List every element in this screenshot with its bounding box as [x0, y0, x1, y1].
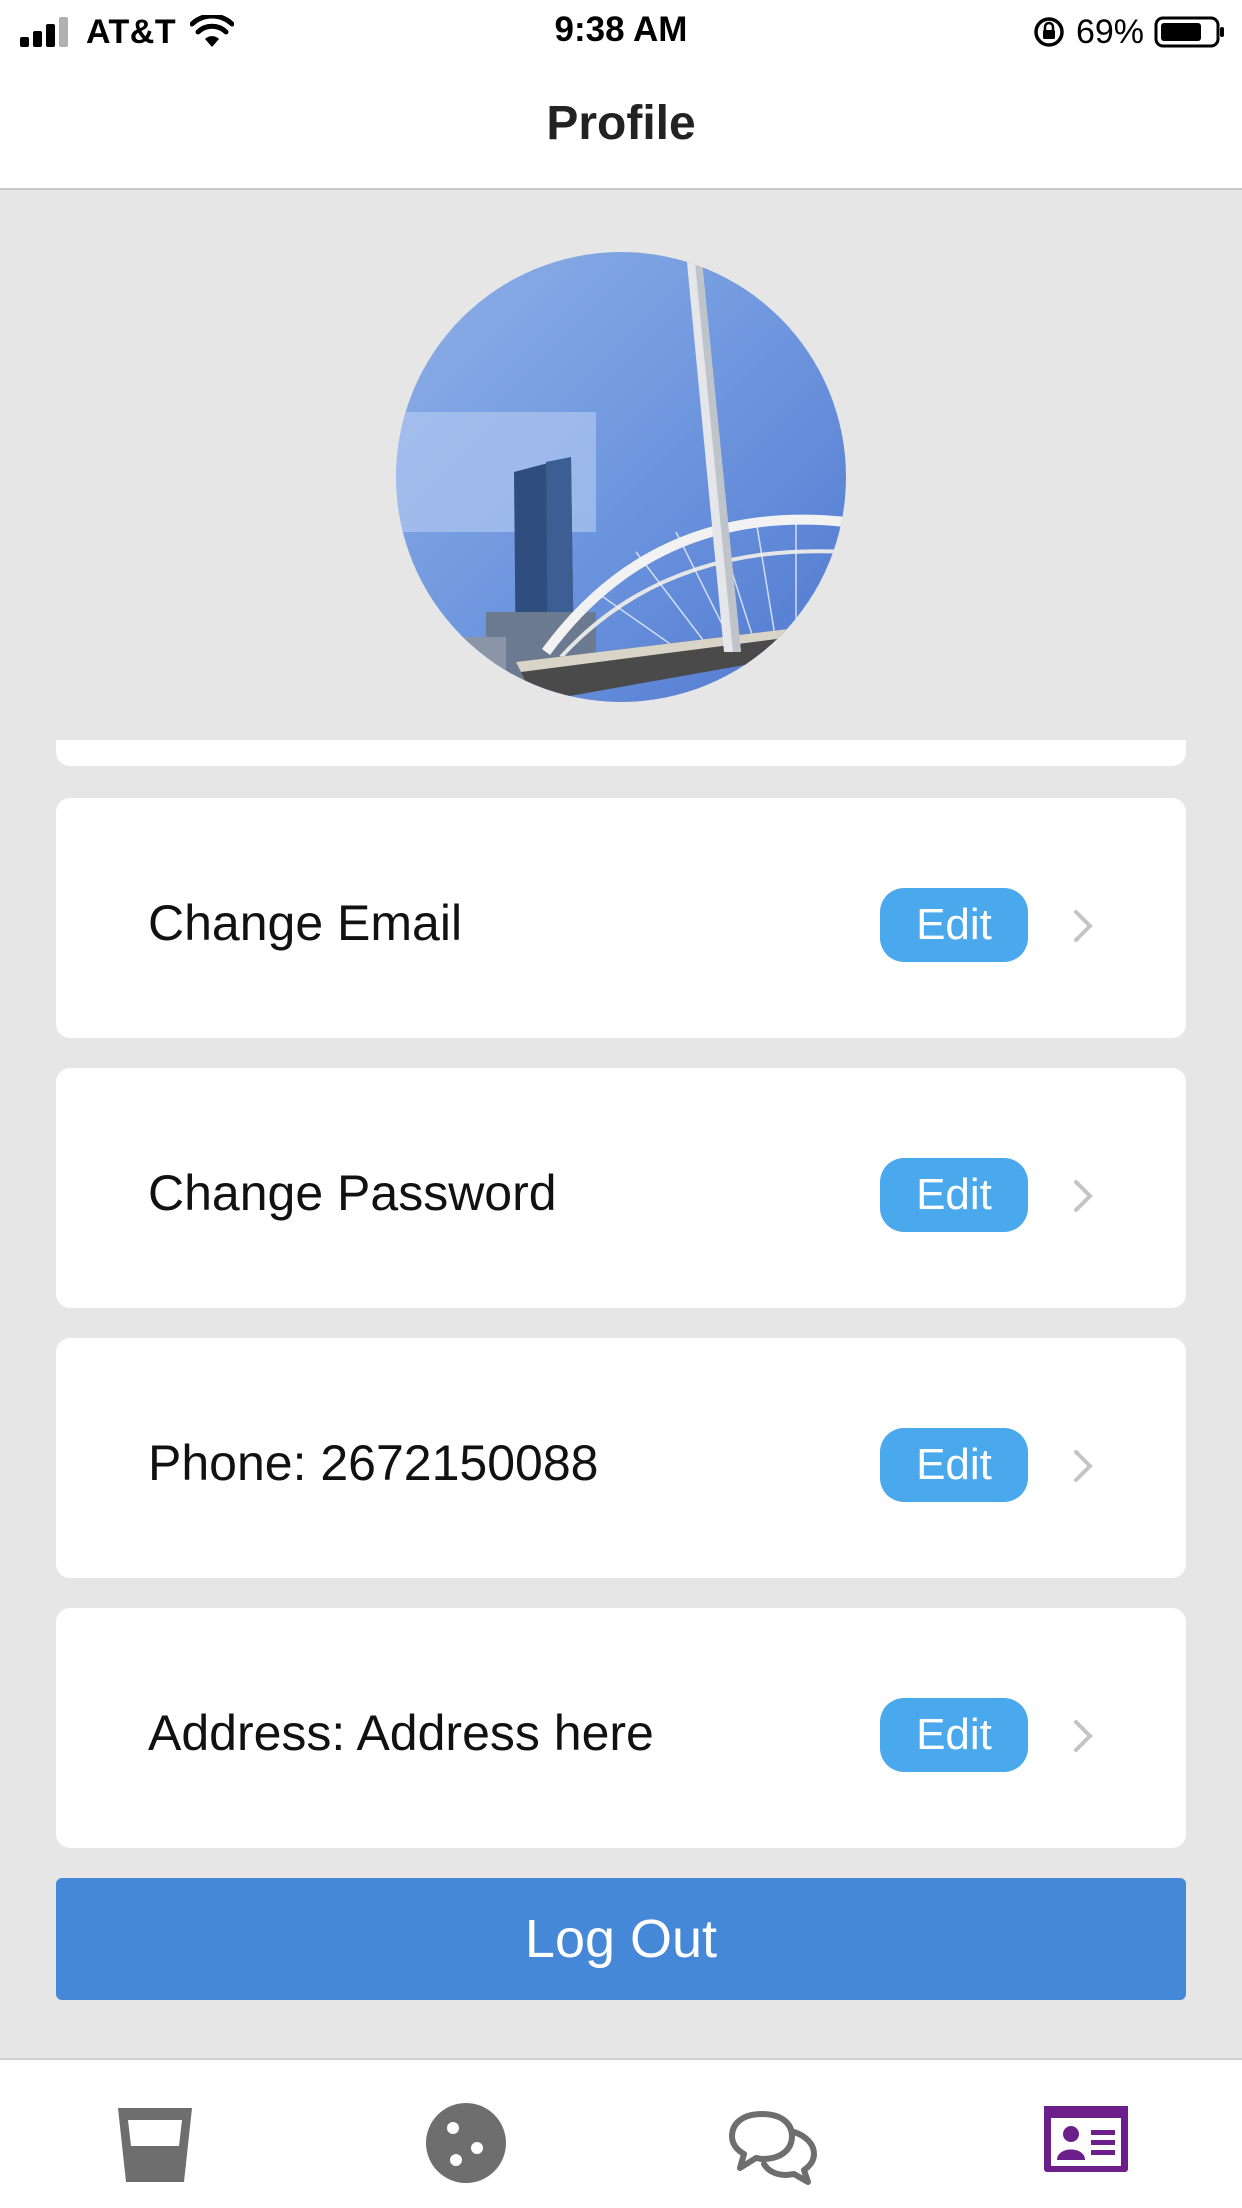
edit-address-button[interactable]: Edit: [880, 1698, 1028, 1772]
cookie-icon[interactable]: [421, 2098, 511, 2188]
logout-button[interactable]: Log Out: [56, 1878, 1186, 2000]
chat-icon[interactable]: [728, 2098, 818, 2188]
cup-icon[interactable]: [110, 2098, 200, 2188]
battery-percent: 69%: [1075, 12, 1144, 51]
battery-icon: [1154, 16, 1224, 48]
chevron-right-icon[interactable]: [1068, 1176, 1098, 1216]
setting-row-email[interactable]: Change Email Edit: [56, 798, 1186, 1038]
setting-label: Phone: 2672150088: [148, 1435, 599, 1491]
edit-phone-button[interactable]: Edit: [880, 1428, 1028, 1502]
profile-photo-image: [396, 252, 846, 702]
profile-avatar[interactable]: [396, 252, 846, 702]
setting-row-phone[interactable]: Phone: 2672150088 Edit: [56, 1338, 1186, 1578]
scrolled-card-bottom: [56, 740, 1186, 766]
tab-bar: [0, 2058, 1242, 2208]
setting-label: Change Password: [148, 1165, 557, 1221]
edit-password-button[interactable]: Edit: [880, 1158, 1028, 1232]
page-title: Profile: [546, 97, 696, 150]
status-right: 69%: [1032, 10, 1226, 54]
status-bar: AT&T 9:38 AM 69%: [0, 0, 1242, 62]
setting-label: Change Email: [148, 895, 463, 951]
chevron-right-icon[interactable]: [1068, 1446, 1098, 1486]
navigation-bar: Profile: [0, 62, 1242, 190]
setting-row-password[interactable]: Change Password Edit: [56, 1068, 1186, 1308]
setting-row-address[interactable]: Address: Address here Edit: [56, 1608, 1186, 1848]
id-card-icon[interactable]: [1041, 2098, 1131, 2188]
chevron-right-icon[interactable]: [1068, 906, 1098, 946]
setting-label: Address: Address here: [148, 1705, 654, 1761]
chevron-right-icon[interactable]: [1068, 1716, 1098, 1756]
orientation-lock-icon: [1034, 17, 1064, 47]
edit-email-button[interactable]: Edit: [880, 888, 1028, 962]
